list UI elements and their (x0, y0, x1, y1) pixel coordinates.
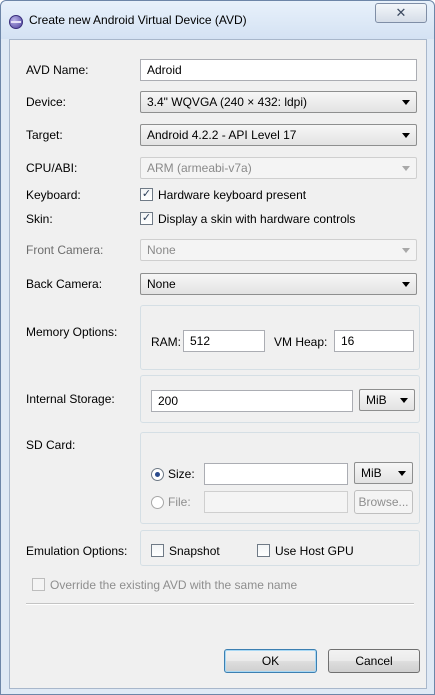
override-avd-checkbox (32, 578, 45, 591)
front-camera-label: Front Camera: (26, 243, 104, 257)
vm-heap-input[interactable]: 16 (334, 330, 414, 352)
chevron-down-icon (402, 166, 410, 171)
window-title: Create new Android Virtual Device (AVD) (29, 13, 247, 27)
internal-storage-group: 200 MiB (140, 375, 420, 423)
ok-button[interactable]: OK (224, 649, 317, 673)
sd-file-label[interactable]: File: (168, 495, 191, 509)
back-camera-dropdown[interactable]: None (140, 273, 417, 295)
sd-file-radio[interactable] (151, 496, 164, 509)
internal-storage-unit-value: MiB (366, 393, 387, 407)
device-dropdown[interactable]: 3.4" WQVGA (240 × 432: ldpi) (140, 91, 417, 113)
chevron-down-icon (402, 133, 410, 138)
dialog-body: AVD Name: Adroid Device: 3.4" WQVGA (240… (9, 39, 427, 689)
sd-size-unit-dropdown[interactable]: MiB (354, 462, 413, 484)
close-button[interactable]: ✕ (375, 3, 427, 23)
cpu-abi-dropdown: ARM (armeabi-v7a) (140, 157, 417, 179)
front-camera-selected-value: None (147, 243, 176, 257)
back-camera-selected-value: None (147, 277, 176, 291)
memory-options-label: Memory Options: (26, 325, 118, 339)
avd-dialog-window: Create new Android Virtual Device (AVD) … (0, 0, 435, 695)
sd-size-label[interactable]: Size: (168, 467, 195, 481)
internal-storage-input[interactable]: 200 (151, 390, 353, 412)
chevron-down-icon (402, 248, 410, 253)
ram-label: RAM: (151, 335, 181, 349)
keyboard-label: Keyboard: (26, 188, 81, 202)
sd-size-input[interactable] (204, 463, 348, 485)
display-skin-checkbox-label[interactable]: Display a skin with hardware controls (158, 212, 355, 226)
skin-label: Skin: (26, 212, 53, 226)
override-avd-checkbox-label: Override the existing AVD with the same … (50, 578, 298, 592)
internal-storage-unit-dropdown[interactable]: MiB (359, 389, 415, 411)
target-dropdown[interactable]: Android 4.2.2 - API Level 17 (140, 124, 417, 146)
snapshot-checkbox-label[interactable]: Snapshot (169, 544, 220, 558)
emulation-options-label: Emulation Options: (26, 544, 128, 558)
title-bar[interactable]: Create new Android Virtual Device (AVD) … (1, 1, 434, 39)
use-host-gpu-checkbox[interactable] (257, 544, 270, 557)
avd-name-label: AVD Name: (26, 63, 89, 77)
vm-heap-label: VM Heap: (274, 335, 328, 349)
back-camera-label: Back Camera: (26, 277, 103, 291)
use-host-gpu-checkbox-label[interactable]: Use Host GPU (275, 544, 354, 558)
sd-size-unit-value: MiB (361, 466, 382, 480)
chevron-down-icon (400, 398, 408, 403)
target-selected-value: Android 4.2.2 - API Level 17 (147, 128, 297, 142)
chevron-down-icon (398, 471, 406, 476)
cpu-abi-label: CPU/ABI: (26, 161, 78, 175)
hardware-keyboard-checkbox[interactable] (140, 188, 153, 201)
separator (26, 603, 414, 605)
cancel-button[interactable]: Cancel (328, 649, 420, 673)
hardware-keyboard-checkbox-label[interactable]: Hardware keyboard present (158, 188, 306, 202)
device-selected-value: 3.4" WQVGA (240 × 432: ldpi) (147, 95, 308, 109)
target-label: Target: (26, 128, 63, 142)
sd-card-label: SD Card: (26, 438, 76, 452)
internal-storage-label: Internal Storage: (26, 392, 115, 406)
ram-input[interactable]: 512 (183, 330, 265, 352)
sd-size-radio[interactable] (151, 468, 164, 481)
memory-options-group: RAM: 512 VM Heap: 16 (140, 305, 420, 370)
device-label: Device: (26, 95, 67, 109)
front-camera-dropdown: None (140, 239, 417, 261)
avd-name-input[interactable]: Adroid (140, 59, 417, 81)
sd-file-input (204, 491, 348, 513)
chevron-down-icon (402, 100, 410, 105)
sd-card-group: Size: MiB File: Browse... (140, 432, 420, 524)
close-icon: ✕ (395, 5, 407, 20)
cpu-abi-selected-value: ARM (armeabi-v7a) (147, 161, 252, 175)
eclipse-app-icon (9, 15, 23, 29)
chevron-down-icon (402, 282, 410, 287)
display-skin-checkbox[interactable] (140, 212, 153, 225)
snapshot-checkbox[interactable] (151, 544, 164, 557)
emulation-options-group: Snapshot Use Host GPU (140, 530, 420, 566)
browse-button: Browse... (354, 490, 413, 514)
